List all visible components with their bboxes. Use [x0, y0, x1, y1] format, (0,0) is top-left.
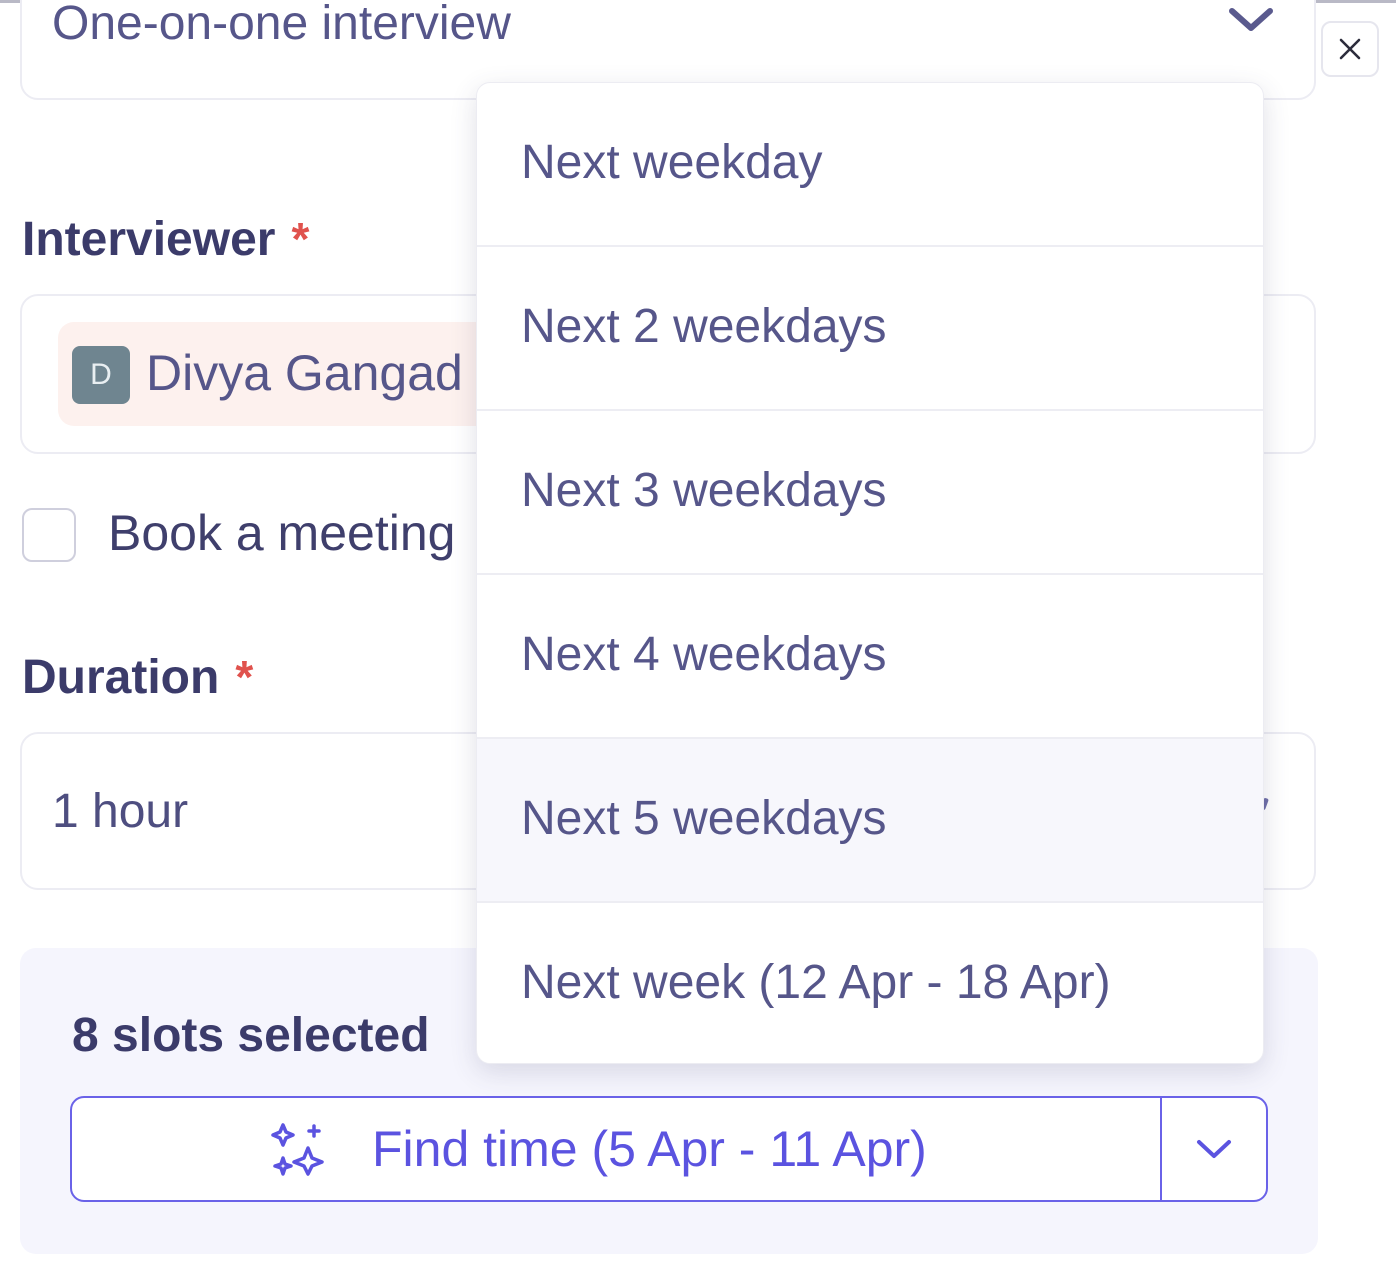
dropdown-item-next-weekday[interactable]: Next weekday: [477, 83, 1263, 247]
dropdown-item-next-5-weekdays[interactable]: Next 5 weekdays: [477, 739, 1263, 903]
required-mark: *: [291, 213, 310, 265]
duration-value: 1 hour: [52, 785, 189, 838]
slots-selected-count: 8 slots selected: [72, 1009, 430, 1062]
interview-type-value: One-on-one interview: [52, 0, 511, 50]
find-time-button[interactable]: Find time (5 Apr - 11 Apr): [72, 1098, 1160, 1200]
sparkles-icon: [270, 1122, 326, 1183]
interviewer-label: Interviewer *: [22, 212, 309, 267]
book-meeting-label: Book a meeting: [108, 505, 456, 561]
avatar: D: [72, 346, 130, 404]
close-icon: [1339, 38, 1361, 60]
find-time-label: Find time (5 Apr - 11 Apr): [372, 1121, 927, 1177]
book-meeting-checkbox[interactable]: [22, 508, 76, 562]
find-time-range-toggle[interactable]: [1162, 1098, 1266, 1200]
duration-label: Duration *: [22, 650, 253, 705]
chevron-down-icon[interactable]: [1228, 6, 1274, 39]
dropdown-item-next-week[interactable]: Next week (12 Apr - 18 Apr): [477, 903, 1263, 1063]
close-button[interactable]: [1321, 21, 1379, 77]
find-time-split-button: Find time (5 Apr - 11 Apr): [70, 1096, 1268, 1202]
required-mark: *: [235, 651, 254, 703]
dropdown-item-next-3-weekdays[interactable]: Next 3 weekdays: [477, 411, 1263, 575]
chevron-down-icon: [1197, 1140, 1231, 1158]
date-range-dropdown: Next weekday Next 2 weekdays Next 3 week…: [476, 82, 1264, 1064]
dropdown-item-next-2-weekdays[interactable]: Next 2 weekdays: [477, 247, 1263, 411]
dropdown-item-next-4-weekdays[interactable]: Next 4 weekdays: [477, 575, 1263, 739]
duration-label-text: Duration: [22, 651, 220, 704]
interviewer-label-text: Interviewer: [22, 213, 276, 266]
interviewer-name: Divya Gangad: [146, 345, 463, 401]
